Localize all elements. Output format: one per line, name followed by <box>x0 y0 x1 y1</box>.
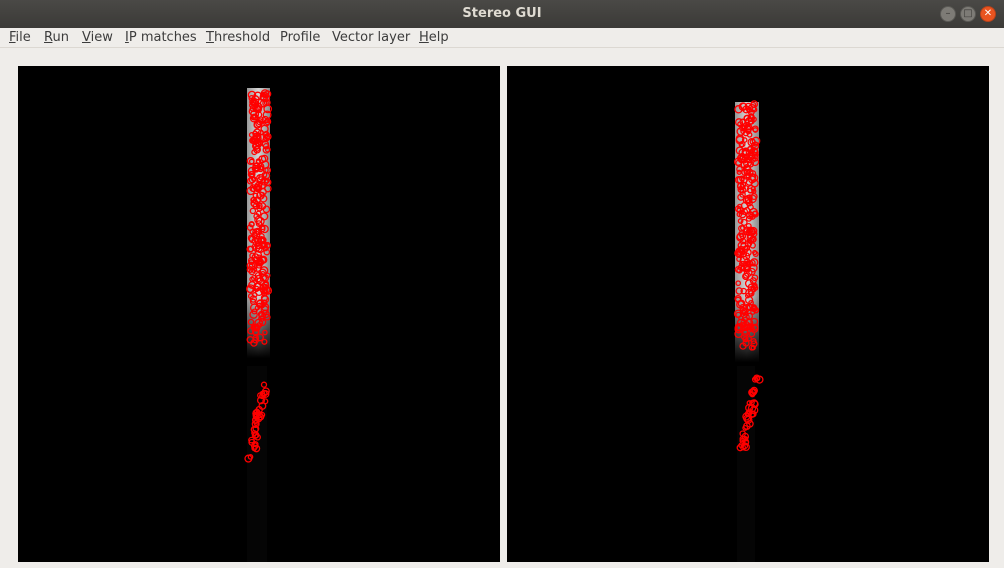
window-title: Stereo GUI <box>462 6 542 21</box>
close-icon[interactable]: ✕ <box>980 6 996 22</box>
title-bar: Stereo GUI – □ ✕ <box>0 0 1004 28</box>
right-image-viewer[interactable] <box>507 66 989 562</box>
menu-help-mnemonic: H <box>419 30 429 45</box>
left-image[interactable] <box>18 66 500 562</box>
menu-run[interactable]: Run <box>44 30 69 45</box>
menu-profile-label: Profile <box>280 30 321 45</box>
window-controls: – □ ✕ <box>940 6 996 22</box>
minimize-icon[interactable]: – <box>940 6 956 22</box>
left-image-viewer[interactable] <box>18 66 500 562</box>
menu-file-label: ile <box>15 30 31 45</box>
menu-threshold-label: hreshold <box>213 30 271 45</box>
menu-view-mnemonic: V <box>82 30 91 45</box>
menu-vector-layer-label: Vector layer <box>332 30 411 45</box>
menu-run-label: un <box>52 30 69 45</box>
menu-help[interactable]: Help <box>419 30 449 45</box>
menu-bar: File Run View IP matches Threshold Profi… <box>0 28 1004 48</box>
menu-threshold[interactable]: Threshold <box>206 30 270 45</box>
menu-threshold-mnemonic: T <box>206 30 214 45</box>
menu-ip-matches[interactable]: IP matches <box>125 30 197 45</box>
menu-ip-matches-label: P matches <box>128 30 197 45</box>
menu-view[interactable]: View <box>82 30 113 45</box>
menu-view-label: iew <box>90 30 113 45</box>
menu-profile[interactable]: Profile <box>280 30 320 45</box>
maximize-icon[interactable]: □ <box>960 6 976 22</box>
menu-file[interactable]: File <box>9 30 31 45</box>
right-image[interactable] <box>507 66 989 562</box>
menu-vector-layer[interactable]: Vector layer <box>332 30 410 45</box>
menu-help-label: elp <box>428 30 449 45</box>
